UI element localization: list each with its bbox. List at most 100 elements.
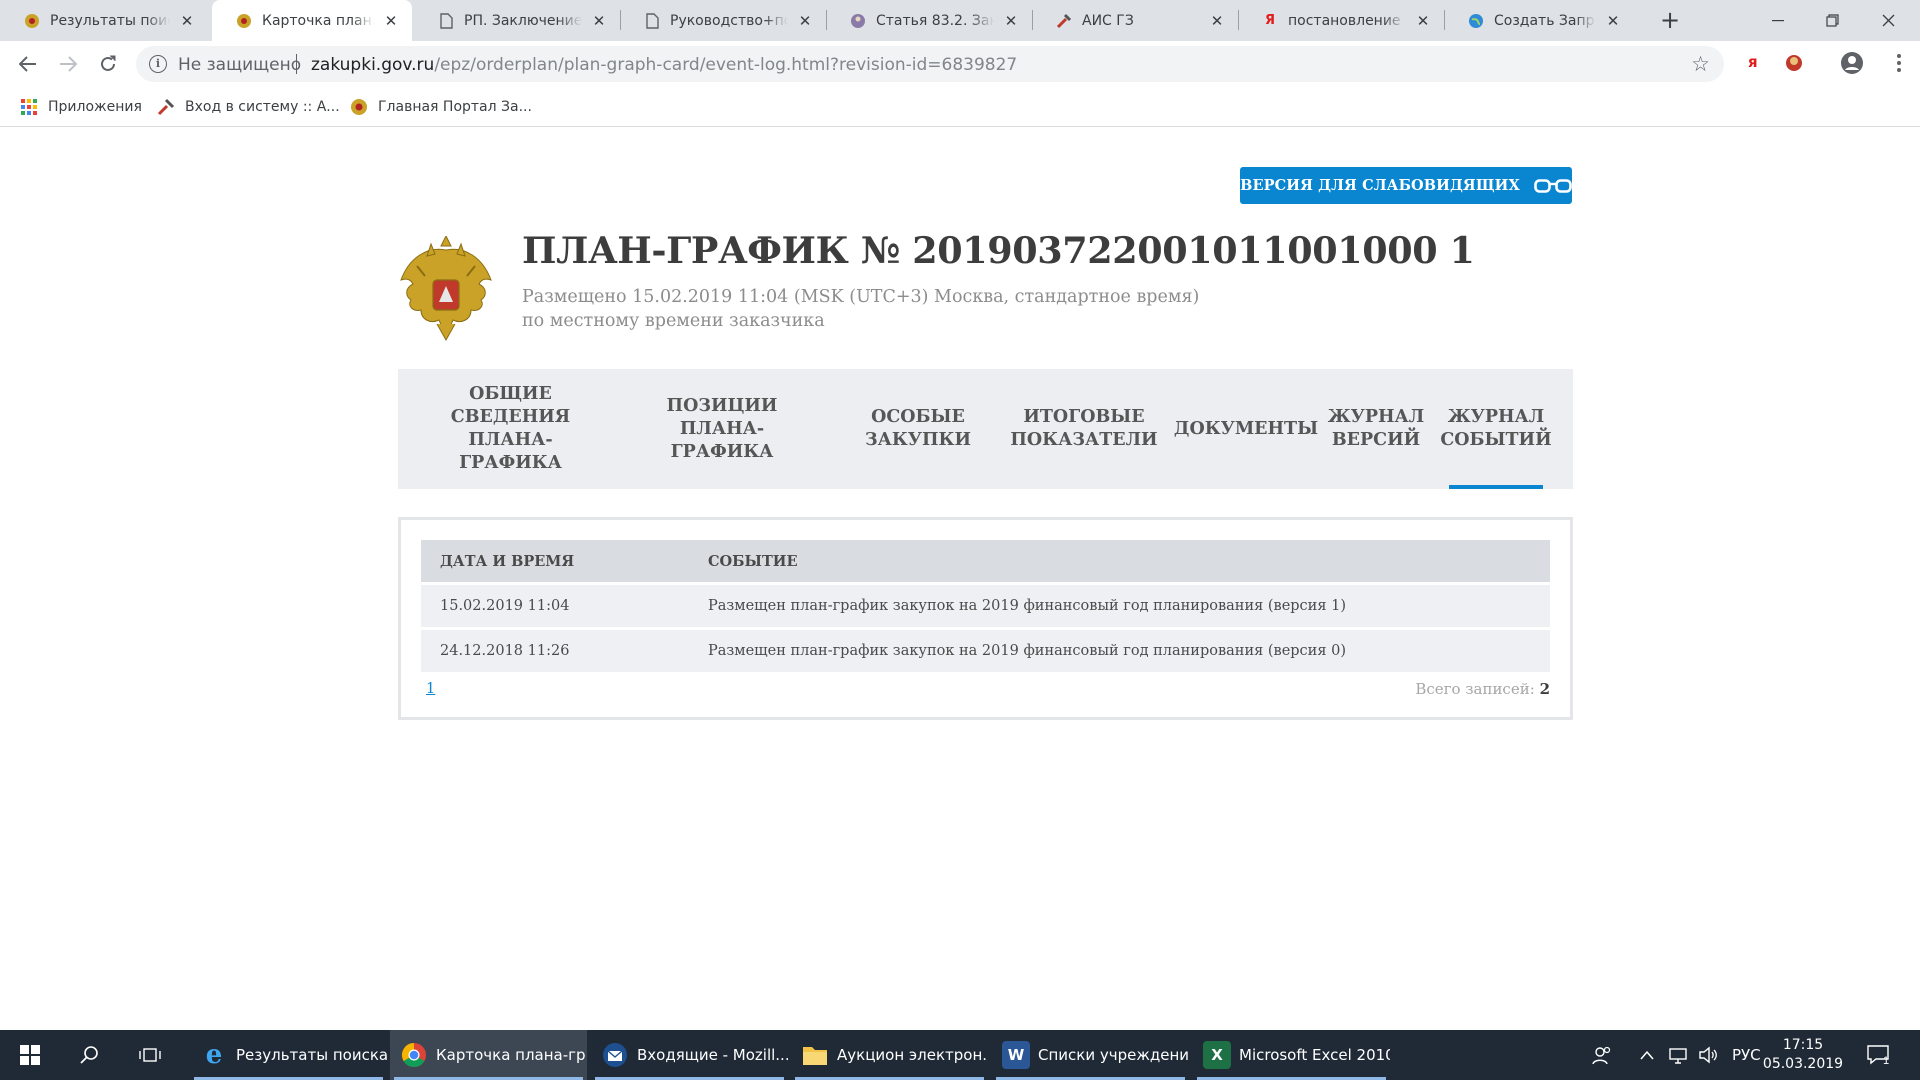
taskbar-app-word[interactable]: W Списки учреждени...: [992, 1030, 1189, 1080]
yandex-icon: Я: [1264, 13, 1275, 28]
browser-tab[interactable]: Руководство+пол ✕: [620, 0, 826, 41]
reload-icon[interactable]: [94, 50, 122, 78]
tab-title: Статья 83.2. Заклю: [876, 12, 994, 29]
restore-icon[interactable]: [1806, 0, 1858, 41]
windows-taskbar: e Результаты поиска... Карточка плана-гр…: [0, 1030, 1920, 1080]
table-header-row: ДАТА И ВРЕМЯ СОБЫТИЕ: [421, 540, 1550, 582]
people-icon[interactable]: [1592, 1030, 1612, 1080]
tab-title: Руководство+пол: [670, 12, 788, 29]
browser-tab-strip: Результаты поиска ✕ Карточка плана-графи…: [0, 0, 1920, 41]
close-window-icon[interactable]: [1862, 0, 1914, 41]
column-header-event[interactable]: СОБЫТИЕ: [708, 553, 798, 570]
row-date: 15.02.2019 11:04: [440, 598, 570, 614]
windows-start-icon[interactable]: [6, 1030, 54, 1080]
security-label[interactable]: Не защищено: [178, 55, 301, 75]
low-vision-button[interactable]: ВЕРСИЯ ДЛЯ СЛАБОВИДЯЩИХ: [1240, 167, 1572, 204]
page-content: ВЕРСИЯ ДЛЯ СЛАБОВИДЯЩИХ ПЛАН-ГРАФИК № 20…: [0, 128, 1920, 1030]
excel-icon: X: [1203, 1041, 1231, 1069]
profile-avatar-icon[interactable]: [1840, 51, 1864, 79]
taskbar-app-chrome[interactable]: Карточка плана-гр...: [390, 1030, 587, 1080]
task-view-icon[interactable]: [126, 1030, 174, 1080]
minimize-icon[interactable]: [1752, 0, 1804, 41]
bookmark-login[interactable]: Вход в систему :: А...: [157, 96, 340, 118]
close-tab-icon[interactable]: ✕: [590, 12, 608, 30]
taskbar-app-excel[interactable]: X Microsoft Excel 2010: [1193, 1030, 1390, 1080]
tab-separator: [1238, 10, 1239, 30]
tab-separator: [1444, 10, 1445, 30]
close-tab-icon[interactable]: ✕: [1002, 12, 1020, 30]
browser-tab-active[interactable]: Карточка плана-графика ✕: [212, 0, 412, 41]
input-language[interactable]: РУС: [1732, 1030, 1761, 1080]
low-vision-label: ВЕРСИЯ ДЛЯ СЛАБОВИДЯЩИХ: [1240, 177, 1520, 194]
browser-tab[interactable]: РП. Заключение к ✕: [414, 0, 620, 41]
browser-tab[interactable]: Создать Запрос по ✕: [1444, 0, 1634, 41]
browser-tab[interactable]: Результаты поиска ✕: [0, 0, 208, 41]
forward-arrow-icon[interactable]: [54, 50, 82, 78]
tab-documents[interactable]: ДОКУМЕНТЫ: [1174, 369, 1318, 489]
tab-event-log[interactable]: ЖУРНАЛ СОБЫТИЙ: [1440, 369, 1552, 489]
yandex-extension-icon[interactable]: я: [1748, 53, 1758, 71]
close-tab-icon[interactable]: ✕: [1414, 12, 1432, 30]
bookmark-portal[interactable]: Главная Портал За...: [350, 96, 532, 118]
network-icon[interactable]: [1668, 1030, 1688, 1080]
new-tab-button[interactable]: +: [1656, 6, 1684, 34]
taskbar-app-label: Входящие - Mozill...: [637, 1046, 788, 1064]
document-icon: [644, 12, 660, 29]
close-tab-icon[interactable]: ✕: [1208, 12, 1226, 30]
row-event: Размещен план-график закупок на 2019 фин…: [708, 643, 1346, 659]
volume-icon[interactable]: [1698, 1030, 1718, 1080]
browser-tab[interactable]: Я постановление 48 ✕: [1238, 0, 1444, 41]
system-clock[interactable]: 17:15 05.03.2019: [1758, 1036, 1848, 1074]
browser-tab[interactable]: Статья 83.2. Заклю ✕: [826, 0, 1032, 41]
divider: [296, 54, 297, 74]
back-arrow-icon[interactable]: [14, 50, 42, 78]
notifications-icon[interactable]: 1: [1866, 1030, 1892, 1080]
table-row: 15.02.2019 11:04 Размещен план-график за…: [421, 585, 1550, 627]
tab-title: АИС ГЗ: [1082, 12, 1134, 29]
chevron-up-icon[interactable]: [1640, 1030, 1654, 1080]
event-log-panel: ДАТА И ВРЕМЯ СОБЫТИЕ 15.02.2019 11:04 Ра…: [398, 517, 1573, 720]
url-text[interactable]: zakupki.gov.ru/epz/orderplan/plan-graph-…: [311, 55, 1017, 75]
tab-label-line: ПЛАНА-ГРАФИКА: [459, 430, 562, 473]
tab-version-log[interactable]: ЖУРНАЛ ВЕРСИЙ: [1328, 369, 1425, 489]
close-tab-icon[interactable]: ✕: [382, 12, 400, 30]
tab-separator: [826, 10, 827, 30]
bookmark-star-icon[interactable]: ☆: [1691, 52, 1710, 76]
taskbar-app-thunderbird[interactable]: Входящие - Mozill...: [591, 1030, 788, 1080]
taskbar-app-label: Результаты поиска...: [236, 1046, 387, 1064]
bookmark-label: Приложения: [48, 99, 142, 115]
tab-label-line: ЖУРНАЛ: [1447, 407, 1545, 427]
url-path: /epz/orderplan/plan-graph-card/event-log…: [434, 55, 1018, 75]
tab-positions[interactable]: ПОЗИЦИИ ПЛАНА-ГРАФИКА: [640, 369, 804, 489]
folder-icon: [801, 1041, 829, 1069]
tab-label-line: ДОКУМЕНТЫ: [1173, 418, 1319, 439]
table-row: 24.12.2018 11:26 Размещен план-график за…: [421, 630, 1550, 672]
clock-time: 17:15: [1782, 1037, 1824, 1053]
search-icon[interactable]: [66, 1030, 114, 1080]
bookmark-label: Главная Портал За...: [378, 99, 532, 115]
taskbar-app-ie[interactable]: e Результаты поиска...: [190, 1030, 387, 1080]
close-tab-icon[interactable]: ✕: [178, 12, 196, 30]
tab-title: Создать Запрос по: [1494, 12, 1596, 29]
emblem-icon: [236, 13, 252, 29]
bookmark-apps[interactable]: Приложения: [20, 96, 142, 118]
tab-totals[interactable]: ИТОГОВЫЕ ПОКАЗАТЕЛИ: [1010, 369, 1157, 489]
close-tab-icon[interactable]: ✕: [1604, 12, 1622, 30]
address-bar[interactable]: i Не защищено zakupki.gov.ru/epz/orderpl…: [136, 46, 1724, 82]
tab-special-purchases[interactable]: ОСОБЫЕ ЗАКУПКИ: [865, 369, 971, 489]
posted-note: по местному времени заказчика: [522, 311, 825, 331]
tab-general-info[interactable]: ОБЩИЕ СВЕДЕНИЯ ПЛАНА-ГРАФИКА: [428, 369, 593, 489]
ie-icon: e: [205, 1040, 223, 1070]
word-icon: W: [1002, 1041, 1030, 1069]
browser-tab[interactable]: АИС ГЗ ✕: [1032, 0, 1238, 41]
tab-title: Карточка плана-графика: [262, 12, 374, 29]
close-tab-icon[interactable]: ✕: [796, 12, 814, 30]
notification-count: 1: [1883, 1055, 1889, 1067]
pagination-page-link[interactable]: 1: [426, 681, 435, 697]
url-host: zakupki.gov.ru: [311, 55, 435, 75]
browser-menu-icon[interactable]: [1894, 51, 1904, 75]
column-header-date[interactable]: ДАТА И ВРЕМЯ: [440, 553, 574, 570]
taskbar-app-explorer[interactable]: Аукцион электрон...: [791, 1030, 988, 1080]
tools-extension-icon[interactable]: [1784, 53, 1804, 77]
info-icon[interactable]: i: [149, 55, 167, 73]
